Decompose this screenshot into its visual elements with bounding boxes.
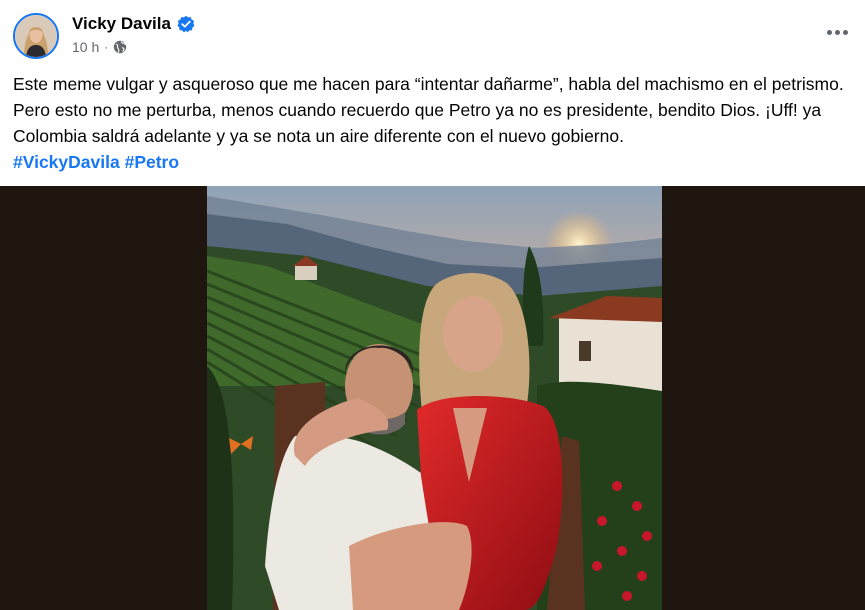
- avatar-portrait-icon: [15, 15, 57, 57]
- author-name[interactable]: Vicky Davila: [72, 14, 171, 34]
- facebook-post: Vicky Davila 10 h · Este meme vulgar y a…: [0, 0, 865, 610]
- more-options-button[interactable]: [825, 22, 849, 42]
- author-name-row: Vicky Davila: [72, 13, 195, 35]
- author-avatar[interactable]: [13, 13, 59, 59]
- post-photo[interactable]: [207, 186, 662, 610]
- post-header: Vicky Davila 10 h ·: [0, 0, 865, 64]
- post-text: Este meme vulgar y asqueroso que me hace…: [13, 71, 853, 175]
- hashtag-link[interactable]: #VickyDavila: [13, 152, 120, 172]
- dot-icon: [834, 29, 840, 35]
- globe-icon[interactable]: [113, 40, 127, 54]
- post-timestamp[interactable]: 10 h: [72, 39, 99, 55]
- post-meta: 10 h ·: [72, 39, 127, 55]
- post-body: Este meme vulgar y asqueroso que me hace…: [13, 74, 844, 146]
- post-media[interactable]: [0, 186, 865, 610]
- dot-icon: [842, 29, 848, 35]
- meta-separator: ·: [104, 40, 109, 54]
- hashtag-link[interactable]: #Petro: [125, 152, 179, 172]
- verified-badge-icon: [177, 15, 195, 33]
- hashtag-list: #VickyDavila #Petro: [13, 149, 853, 175]
- dot-icon: [826, 29, 832, 35]
